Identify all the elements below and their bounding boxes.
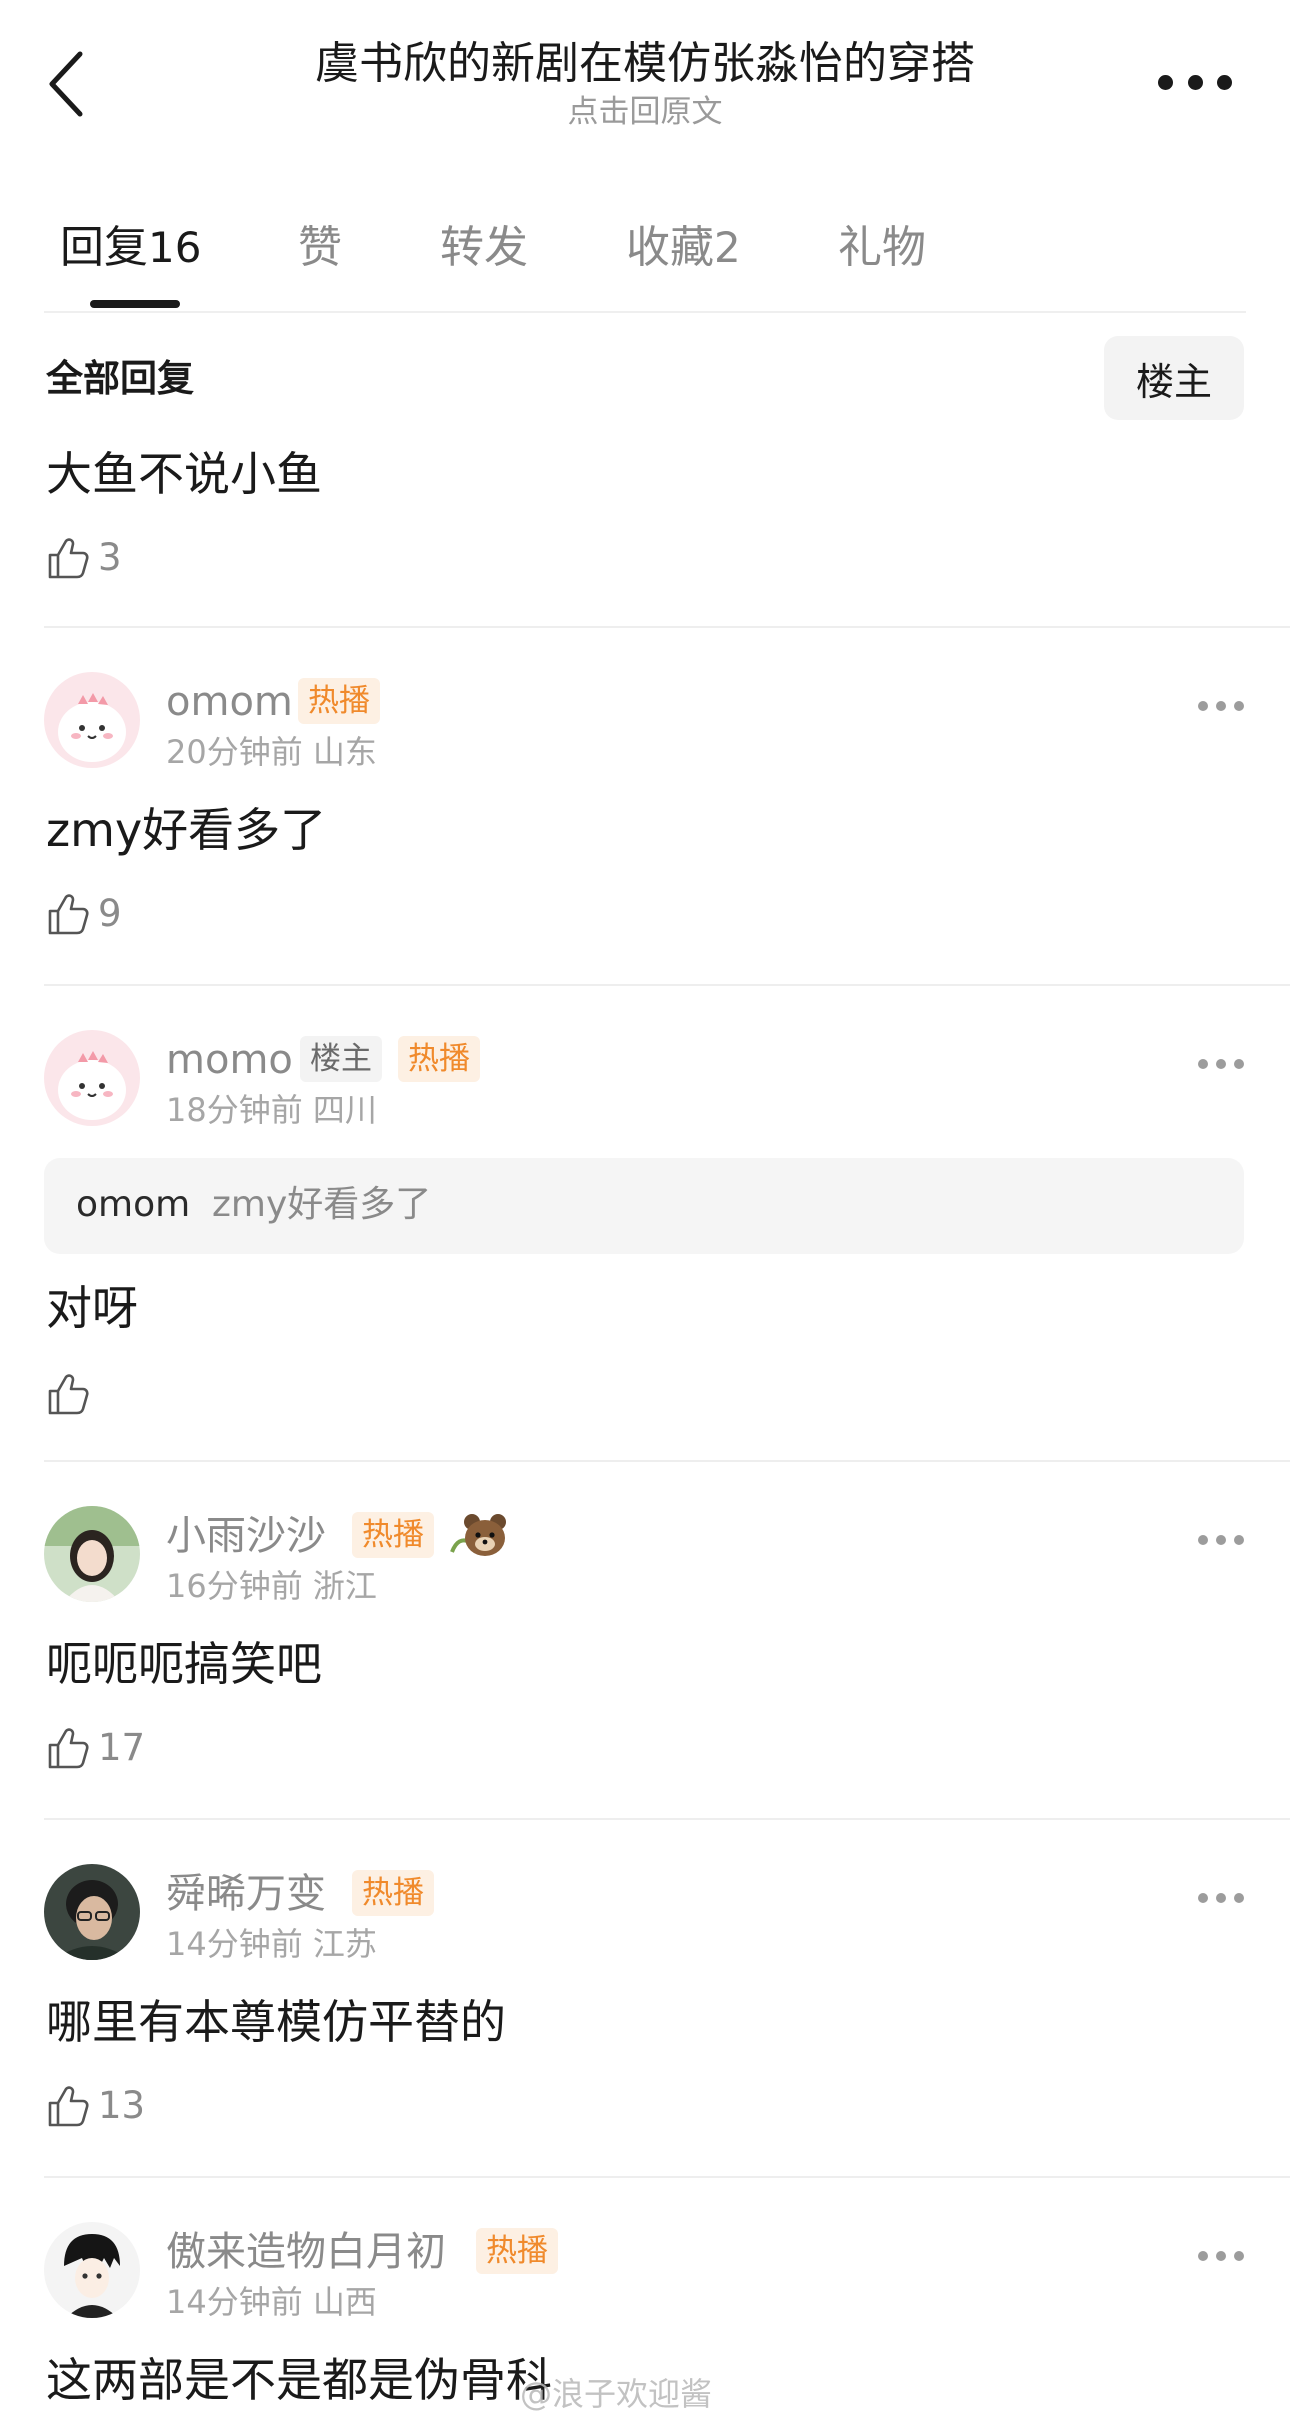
username[interactable]: omom <box>166 678 293 726</box>
chevron-left-icon <box>49 51 83 117</box>
tab-favorites[interactable]: 收藏2 <box>626 220 741 276</box>
hot-badge: 热播 <box>398 1036 480 1082</box>
comment-more-button[interactable] <box>1198 1530 1244 1550</box>
like-button[interactable]: 17 <box>46 1720 145 1776</box>
back-to-original-link[interactable]: 点击回原文 <box>200 92 1090 132</box>
timestamp: 16分钟前 <box>166 1567 303 1605</box>
bear-sticker-icon <box>450 1514 506 1556</box>
favorites-count: 2 <box>714 223 741 272</box>
username[interactable]: 傲来造物白月初 <box>166 2228 446 2276</box>
timestamp: 14分钟前 <box>166 1925 303 1963</box>
tab-gifts[interactable]: 礼物 <box>838 220 926 276</box>
location: 山东 <box>312 733 377 771</box>
avatar[interactable] <box>44 672 140 768</box>
divider <box>44 1818 1290 1820</box>
like-button[interactable]: 9 <box>46 886 122 942</box>
quoted-reply[interactable]: omom zmy好看多了 <box>44 1158 1244 1254</box>
avatar[interactable] <box>44 1506 140 1602</box>
replies-count: 16 <box>148 223 202 272</box>
location: 浙江 <box>312 1567 377 1605</box>
tab-bar: 回复16 赞 转发 收藏2 礼物 <box>0 200 1290 312</box>
like-button[interactable] <box>46 1366 98 1422</box>
comment-text: 这两部是不是都是伪骨科 <box>46 2353 552 2407</box>
comment-meta: 14分钟前 江苏 <box>166 1924 377 1964</box>
like-button[interactable]: 13 <box>46 2078 145 2134</box>
comment-text: 呃呃呃搞笑吧 <box>46 1637 322 1691</box>
divider <box>44 984 1290 986</box>
comment-text: zmy好看多了 <box>46 803 327 857</box>
divider <box>44 1460 1290 1462</box>
comment-more-button[interactable] <box>1198 1054 1244 1074</box>
hot-badge: 热播 <box>476 2228 558 2274</box>
more-options-button[interactable] <box>1158 62 1232 102</box>
comment-more-button[interactable] <box>1198 696 1244 716</box>
hot-badge: 热播 <box>352 1512 434 1558</box>
reply-page: 虞书欣的新剧在模仿张淼怡的穿搭 点击回原文 回复16 赞 转发 收藏2 礼物 全… <box>0 0 1290 2430</box>
username[interactable]: momo <box>166 1036 293 1084</box>
comment-text: 对呀 <box>46 1281 138 1335</box>
comment-more-button[interactable] <box>1198 1888 1244 1908</box>
anime-avatar-icon <box>44 2222 140 2318</box>
thumbs-up-icon <box>48 2086 89 2127</box>
like-count: 13 <box>98 2084 146 2127</box>
like-count: 3 <box>98 536 122 579</box>
divider <box>44 311 1246 313</box>
location: 江苏 <box>312 1925 377 1963</box>
all-replies-heading: 全部回复 <box>46 357 194 400</box>
thumbs-up-icon <box>48 894 89 935</box>
avatar[interactable] <box>44 1864 140 1960</box>
post-text: 大鱼不说小鱼 <box>46 447 322 501</box>
pink-dino-avatar-icon <box>44 672 140 768</box>
divider <box>44 626 1290 628</box>
location: 山西 <box>312 2283 377 2321</box>
tab-replies[interactable]: 回复16 <box>60 220 201 276</box>
quoted-text: zmy好看多了 <box>212 1184 432 1225</box>
comment-meta: 20分钟前 山东 <box>166 732 377 772</box>
active-tab-indicator <box>90 300 180 308</box>
op-badge: 楼主 <box>300 1036 382 1082</box>
tab-likes[interactable]: 赞 <box>298 220 342 276</box>
thumbs-up-icon <box>48 1728 89 1769</box>
post-title[interactable]: 虞书欣的新剧在模仿张淼怡的穿搭 <box>200 36 1090 92</box>
comment-text: 哪里有本尊模仿平替的 <box>46 1995 506 2049</box>
comment-more-button[interactable] <box>1198 2246 1244 2266</box>
top-bar: 虞书欣的新剧在模仿张淼怡的穿搭 点击回原文 <box>0 0 1290 150</box>
girl-photo-avatar-icon <box>44 1506 140 1602</box>
avatar[interactable] <box>44 1030 140 1126</box>
username[interactable]: 小雨沙沙 <box>166 1512 326 1560</box>
pink-dino-avatar-icon <box>44 1030 140 1126</box>
watermark: @浪子欢迎酱 <box>520 2375 713 2413</box>
op-only-filter-button[interactable]: 楼主 <box>1104 336 1244 420</box>
quoted-username: omom <box>76 1184 191 1225</box>
timestamp: 14分钟前 <box>166 2283 303 2321</box>
hot-badge: 热播 <box>352 1870 434 1916</box>
comment-meta: 14分钟前 山西 <box>166 2282 377 2322</box>
man-photo-avatar-icon <box>44 1864 140 1960</box>
back-button[interactable] <box>40 44 94 124</box>
more-dots-icon <box>1158 74 1173 90</box>
thumbs-up-icon <box>48 1374 89 1415</box>
post-like-button[interactable]: 3 <box>46 530 122 586</box>
username[interactable]: 舜晞万变 <box>166 1870 326 1918</box>
like-count: 9 <box>98 892 122 935</box>
thumbs-up-icon <box>48 538 89 579</box>
timestamp: 18分钟前 <box>166 1091 303 1129</box>
comment-meta: 18分钟前 四川 <box>166 1090 377 1130</box>
like-count: 17 <box>98 1726 146 1769</box>
comment-meta: 16分钟前 浙江 <box>166 1566 377 1606</box>
location: 四川 <box>312 1091 377 1129</box>
divider <box>44 2176 1290 2178</box>
tab-reposts[interactable]: 转发 <box>440 220 528 276</box>
avatar[interactable] <box>44 2222 140 2318</box>
hot-badge: 热播 <box>298 678 380 724</box>
timestamp: 20分钟前 <box>166 733 303 771</box>
